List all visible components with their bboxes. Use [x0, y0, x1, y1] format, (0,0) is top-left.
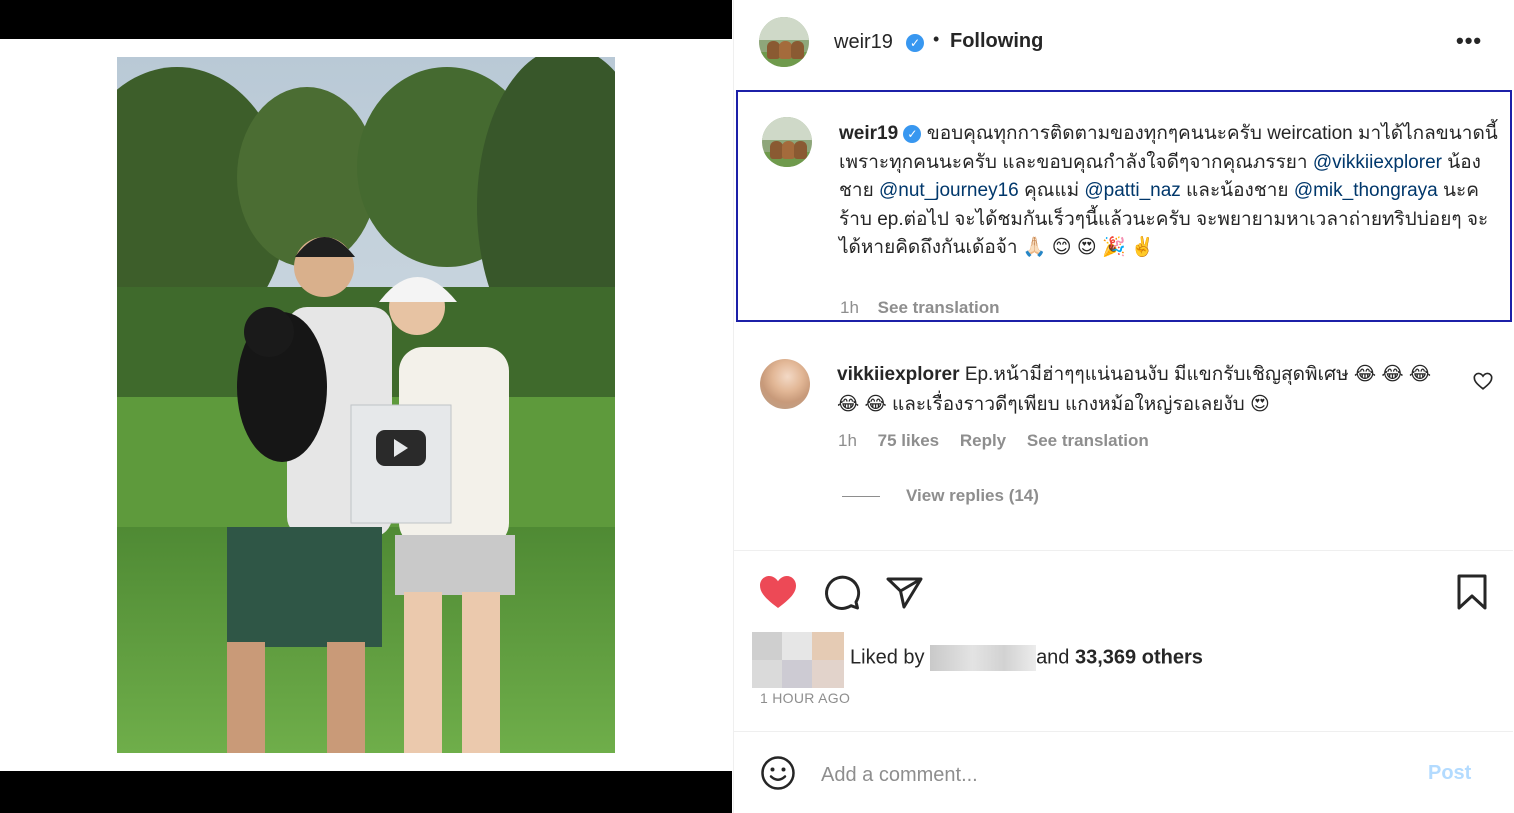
comment-text: vikkiiexplorer Ep.หน้ามีฮ่าๆๆแน่นอนงับ ม… [837, 360, 1447, 419]
section-divider [734, 550, 1513, 551]
media-area [0, 0, 732, 813]
like-heart-icon[interactable] [756, 570, 800, 614]
caption-segment: และน้องชาย [1180, 180, 1294, 201]
post-comment-button[interactable]: Post [1428, 762, 1471, 785]
caption-highlight: weir19 ✓ ขอบคุณทุกการติดตามของทุกๆคนนะคร… [736, 90, 1512, 322]
emoji-smiley-icon[interactable] [760, 755, 796, 791]
mention-link[interactable]: @vikkiiexplorer [1313, 152, 1442, 173]
comment-bubble-icon[interactable] [819, 570, 863, 614]
post-timestamp[interactable]: 1 HOUR AGO [760, 690, 850, 706]
caption-text: weir19 ✓ ขอบคุณทุกการติดตามของทุกๆคนนะคร… [839, 120, 1499, 263]
post-photo[interactable] [117, 57, 615, 753]
caption-segment: คุณแม่ [1018, 180, 1085, 201]
comment-time[interactable]: 1h [838, 431, 857, 450]
caption-username[interactable]: weir19 [839, 123, 898, 144]
view-replies-button[interactable]: View replies (14) [906, 486, 1039, 506]
liker-avatars-blurred[interactable] [752, 632, 844, 688]
instagram-post-view: weir19 ✓ • Following ••• weir19 ✓ ขอบคุณ… [0, 0, 1514, 813]
caption-meta: 1h See translation [840, 298, 1000, 318]
comment-see-translation-button[interactable]: See translation [1027, 431, 1149, 450]
caption-time[interactable]: 1h [840, 298, 859, 317]
liker-name-blurred[interactable] [930, 645, 1037, 671]
reply-button[interactable]: Reply [960, 431, 1006, 450]
commenter-username[interactable]: vikkiiexplorer [837, 364, 960, 385]
comment-likes[interactable]: 75 likes [878, 431, 939, 450]
mention-link[interactable]: @mik_thongraya [1294, 180, 1438, 201]
liked-by-text: Liked by and 33,369 others [850, 645, 1203, 671]
verified-badge-icon: ✓ [906, 34, 924, 52]
caption-author-avatar[interactable] [762, 117, 812, 167]
more-options-icon[interactable]: ••• [1456, 28, 1482, 54]
commenter-avatar[interactable] [760, 359, 810, 409]
photo-illustration [117, 57, 615, 753]
see-translation-button[interactable]: See translation [878, 298, 1000, 317]
following-button[interactable]: Following [950, 30, 1043, 53]
share-send-icon[interactable] [882, 570, 926, 614]
others-count[interactable]: 33,369 others [1075, 646, 1203, 668]
replies-divider-line [842, 496, 880, 497]
action-bar [734, 570, 1513, 618]
letterbox-top [0, 0, 732, 39]
add-comment-input[interactable] [821, 760, 1381, 790]
mention-link[interactable]: @patti_naz [1084, 180, 1180, 201]
section-divider [734, 731, 1513, 732]
post-header: weir19 ✓ • Following ••• [734, 0, 1513, 84]
mention-link[interactable]: @nut_journey16 [879, 180, 1019, 201]
author-username[interactable]: weir19 [834, 31, 893, 54]
verified-badge-icon: ✓ [903, 124, 922, 143]
liked-by-and: and [1036, 646, 1070, 669]
separator-dot: • [933, 29, 940, 49]
post-panel: weir19 ✓ • Following ••• weir19 ✓ ขอบคุณ… [733, 0, 1513, 813]
liked-by-prefix: Liked by [850, 646, 925, 669]
comment-like-icon[interactable] [1472, 370, 1494, 392]
letterbox-bottom [0, 771, 732, 813]
comment-meta: 1h 75 likes Reply See translation [838, 431, 1165, 451]
author-avatar[interactable] [759, 17, 809, 67]
save-bookmark-icon[interactable] [1450, 570, 1494, 614]
